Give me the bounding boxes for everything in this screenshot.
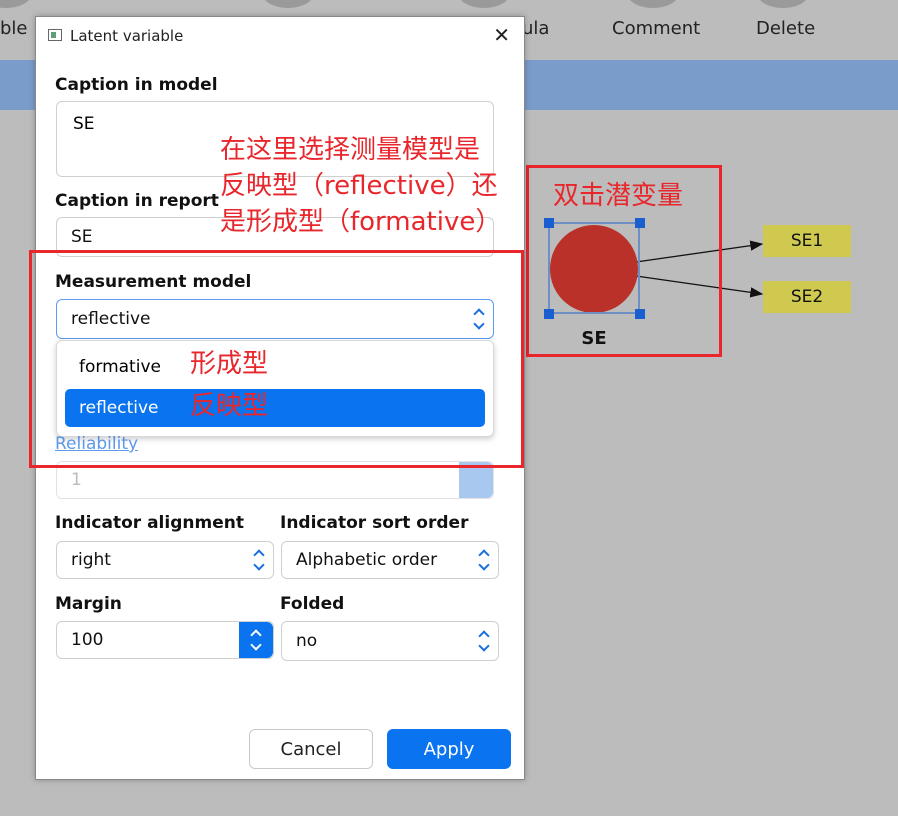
chevron-updown-icon [253,547,265,573]
apply-button[interactable]: Apply [387,729,511,769]
indicator-alignment-label: Indicator alignment [55,513,244,533]
indicator-sort-order-value: Alphabetic order [296,550,438,570]
app-icon [48,29,62,41]
folded-select[interactable]: no [281,621,499,661]
cancel-button[interactable]: Cancel [249,729,373,769]
folded-value: no [296,631,318,651]
caption-in-report-label: Caption in report [55,191,219,211]
annotation-formative: 形成型 [190,349,269,379]
margin-value: 100 [71,630,104,650]
chevron-updown-icon [478,628,490,654]
close-icon[interactable]: ✕ [493,23,510,47]
spin-arrows-icon[interactable] [239,622,273,658]
margin-label: Margin [55,594,122,614]
annotation-double-click: 双击潜变量 [553,181,684,211]
dialog-title: Latent variable [70,27,184,45]
caption-in-model-label: Caption in model [55,75,218,95]
margin-spinbox[interactable]: 100 [56,621,274,659]
annotation-reflective: 反映型 [190,391,269,421]
dialog-titlebar: Latent variable ✕ [36,17,524,53]
indicator-sort-order-label: Indicator sort order [280,513,469,533]
indicator-alignment-value: right [71,550,111,570]
caption-in-report-value: SE [71,227,93,247]
annotation-choose-model: 在这里选择测量模型是 反映型（reflective）还 是形成型（formati… [220,135,502,237]
indicator-sort-order-select[interactable]: Alphabetic order [281,541,499,579]
indicator-alignment-select[interactable]: right [56,541,274,579]
caption-in-model-value: SE [73,114,95,134]
annotation-box-measurement [29,250,524,468]
indicator-se1[interactable]: SE1 [763,225,851,257]
chevron-updown-icon [478,547,490,573]
folded-label: Folded [280,594,345,614]
reliability-value: 1 [71,470,82,490]
indicator-se2[interactable]: SE2 [763,281,851,313]
